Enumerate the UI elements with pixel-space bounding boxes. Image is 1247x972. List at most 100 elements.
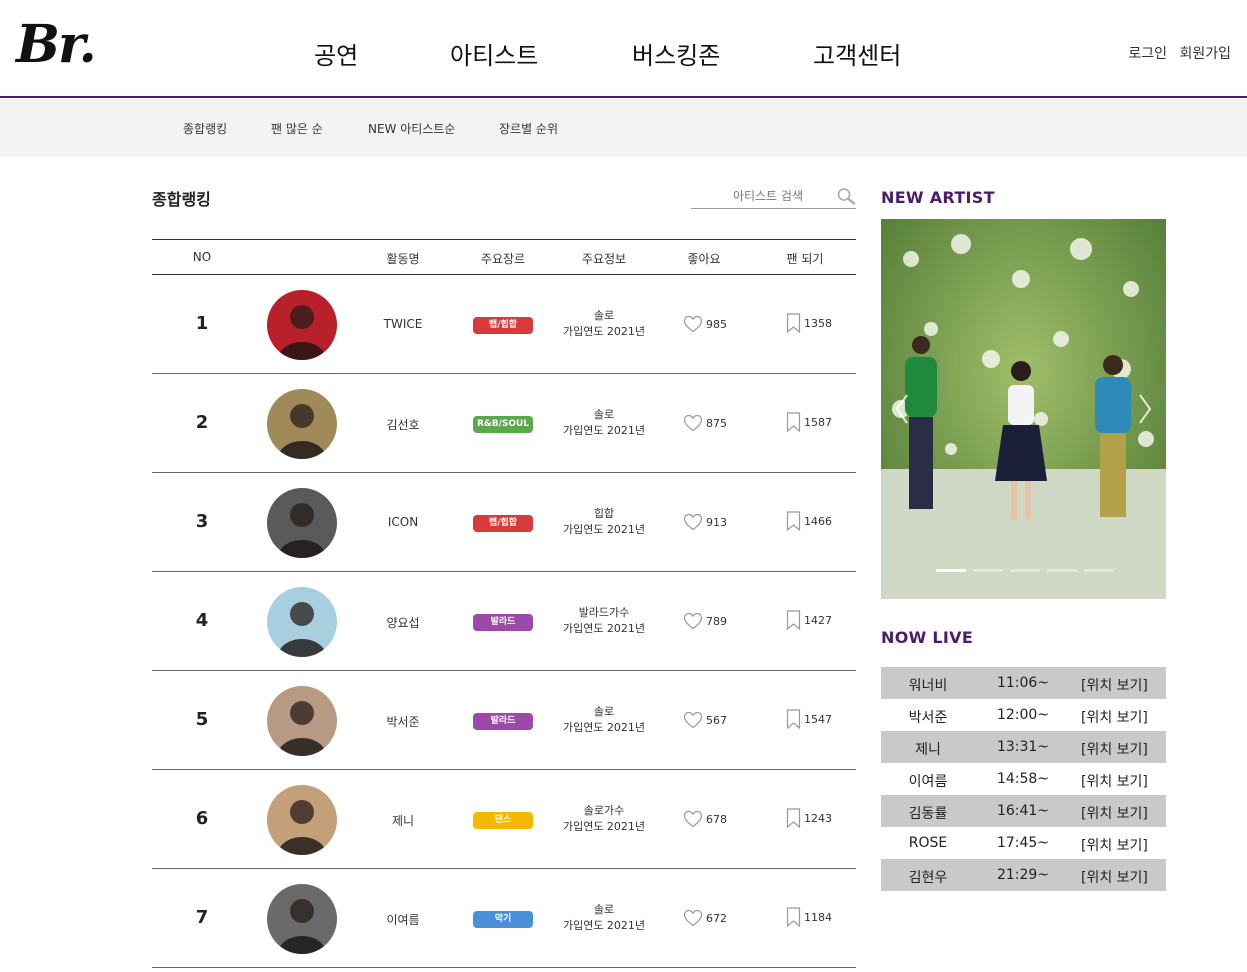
like-button[interactable]: 913 <box>683 513 727 531</box>
live-time: 13:31~ <box>996 739 1050 755</box>
artist-name[interactable]: 제니 <box>392 812 414 829</box>
like-button[interactable]: 875 <box>683 414 727 432</box>
fan-count: 1427 <box>804 613 832 627</box>
bookmark-icon <box>786 511 801 531</box>
artist-type: 발라드가수 <box>578 606 630 619</box>
subnav-genre-ranking[interactable]: 장르별 순위 <box>499 120 558 137</box>
like-button[interactable]: 985 <box>683 315 727 333</box>
genre-badge: 랩/힙합 <box>473 317 533 334</box>
ranking-row[interactable]: 2 김선호 R&B/SOUL 솔로 가입연도 2021년 875 1587 <box>152 374 856 473</box>
live-row: 박서준 12:00~ [위치 보기] <box>881 699 1166 731</box>
bookmark-icon <box>786 313 801 333</box>
artist-avatar[interactable] <box>267 686 337 756</box>
like-count: 567 <box>706 713 727 727</box>
artist-name[interactable]: TWICE <box>384 317 423 331</box>
col-name: 활동명 <box>386 252 420 266</box>
view-location-link[interactable]: [위치 보기] <box>1081 707 1148 727</box>
view-location-link[interactable]: [위치 보기] <box>1081 835 1148 855</box>
main-nav: 공연 아티스트 버스킹존 고객센터 <box>0 36 1247 72</box>
bookmark-icon <box>786 907 801 927</box>
nav-performance[interactable]: 공연 <box>314 36 358 71</box>
subnav-most-fans[interactable]: 팬 많은 순 <box>271 120 323 137</box>
rank-number: 5 <box>195 709 209 730</box>
artist-avatar[interactable] <box>267 290 337 360</box>
nav-artist[interactable]: 아티스트 <box>450 36 538 71</box>
fan-count: 1184 <box>804 910 832 924</box>
artist-avatar[interactable] <box>267 785 337 855</box>
become-fan-button[interactable]: 1547 <box>786 709 832 729</box>
artist-name[interactable]: 박서준 <box>386 713 419 730</box>
like-button[interactable]: 678 <box>683 810 727 828</box>
subnav-overall-ranking[interactable]: 종합랭킹 <box>183 120 227 137</box>
login-link[interactable]: 로그인 <box>1128 46 1167 62</box>
view-location-link[interactable]: [위치 보기] <box>1081 771 1148 791</box>
live-artist-name: 제니 <box>915 742 941 758</box>
view-location-link[interactable]: [위치 보기] <box>1081 739 1148 759</box>
heart-icon <box>683 315 703 333</box>
live-artist-name: 워너비 <box>908 678 948 694</box>
live-artist-name: 박서준 <box>908 710 948 726</box>
artist-avatar[interactable] <box>267 389 337 459</box>
artist-name[interactable]: 김선호 <box>386 416 419 433</box>
artist-info: 솔로 가입연도 2021년 <box>563 407 645 439</box>
artist-info: 솔로 가입연도 2021년 <box>563 902 645 934</box>
new-artist-title: NEW ARTIST <box>881 188 995 207</box>
ranking-row[interactable]: 6 제니 댄스 솔로가수 가입연도 2021년 678 1243 <box>152 770 856 869</box>
ranking-row[interactable]: 7 이여름 악기 솔로 가입연도 2021년 672 1184 <box>152 869 856 968</box>
new-artist-photo <box>881 219 1166 599</box>
like-count: 789 <box>706 614 727 628</box>
view-location-link[interactable]: [위치 보기] <box>1081 675 1148 695</box>
artist-avatar[interactable] <box>267 488 337 558</box>
new-artist-carousel[interactable] <box>881 219 1166 599</box>
like-button[interactable]: 789 <box>683 612 727 630</box>
artist-info: 솔로 가입연도 2021년 <box>563 308 645 340</box>
artist-search-input[interactable] <box>691 184 831 208</box>
artist-type: 솔로 <box>593 903 615 916</box>
artist-info: 발라드가수 가입연도 2021년 <box>563 605 645 637</box>
bookmark-icon <box>786 412 801 432</box>
artist-name[interactable]: 양요섭 <box>386 614 419 631</box>
subnav-new-artist[interactable]: NEW 아티스트순 <box>368 120 455 137</box>
become-fan-button[interactable]: 1466 <box>786 511 832 531</box>
signup-link[interactable]: 회원가입 <box>1179 46 1231 62</box>
nav-busking-zone[interactable]: 버스킹존 <box>632 36 720 71</box>
live-time: 17:45~ <box>996 835 1050 851</box>
artist-name[interactable]: 이여름 <box>386 911 419 928</box>
become-fan-button[interactable]: 1243 <box>786 808 832 828</box>
ranking-row[interactable]: 1 TWICE 랩/힙합 솔로 가입연도 2021년 985 1358 <box>152 275 856 374</box>
artist-type: 솔로가수 <box>583 804 625 817</box>
live-artist-name: 이여름 <box>908 774 948 790</box>
col-genre: 주요장르 <box>480 252 526 266</box>
search-icon[interactable] <box>836 187 856 205</box>
view-location-link[interactable]: [위치 보기] <box>1081 803 1148 823</box>
genre-badge: R&B/SOUL <box>473 416 533 433</box>
ranking-row[interactable]: 4 양요섭 발라드 발라드가수 가입연도 2021년 789 1427 <box>152 572 856 671</box>
heart-icon <box>683 612 703 630</box>
become-fan-button[interactable]: 1587 <box>786 412 832 432</box>
nav-customer-center[interactable]: 고객센터 <box>813 36 901 71</box>
artist-name[interactable]: ICON <box>388 515 418 529</box>
rank-number: 2 <box>195 412 209 433</box>
live-artist-name: 김현우 <box>908 870 948 886</box>
join-year: 가입연도 2021년 <box>562 325 646 338</box>
ranking-row[interactable]: 3 ICON 랩/힙합 힙합 가입연도 2021년 913 1466 <box>152 473 856 572</box>
live-artist-name: 김동률 <box>908 806 948 822</box>
site-header: Br. 공연 아티스트 버스킹존 고객센터 로그인 회원가입 <box>0 0 1247 98</box>
become-fan-button[interactable]: 1427 <box>786 610 832 630</box>
fan-count: 1587 <box>804 415 832 429</box>
like-button[interactable]: 567 <box>683 711 727 729</box>
artist-info: 솔로가수 가입연도 2021년 <box>563 803 645 835</box>
become-fan-button[interactable]: 1184 <box>786 907 832 927</box>
heart-icon <box>683 909 703 927</box>
artist-avatar[interactable] <box>267 884 337 954</box>
view-location-link[interactable]: [위치 보기] <box>1081 867 1148 887</box>
col-become-fan: 팬 되기 <box>786 252 824 266</box>
ranking-table: NO 활동명 주요장르 주요정보 좋아요 팬 되기 1 TWICE 랩/힙합 솔… <box>152 239 856 968</box>
ranking-row[interactable]: 5 박서준 발라드 솔로 가입연도 2021년 567 1547 <box>152 671 856 770</box>
like-button[interactable]: 672 <box>683 909 727 927</box>
artist-avatar[interactable] <box>267 587 337 657</box>
col-no: NO <box>192 250 212 264</box>
become-fan-button[interactable]: 1358 <box>786 313 832 333</box>
rank-number: 1 <box>195 313 209 334</box>
bookmark-icon <box>786 709 801 729</box>
